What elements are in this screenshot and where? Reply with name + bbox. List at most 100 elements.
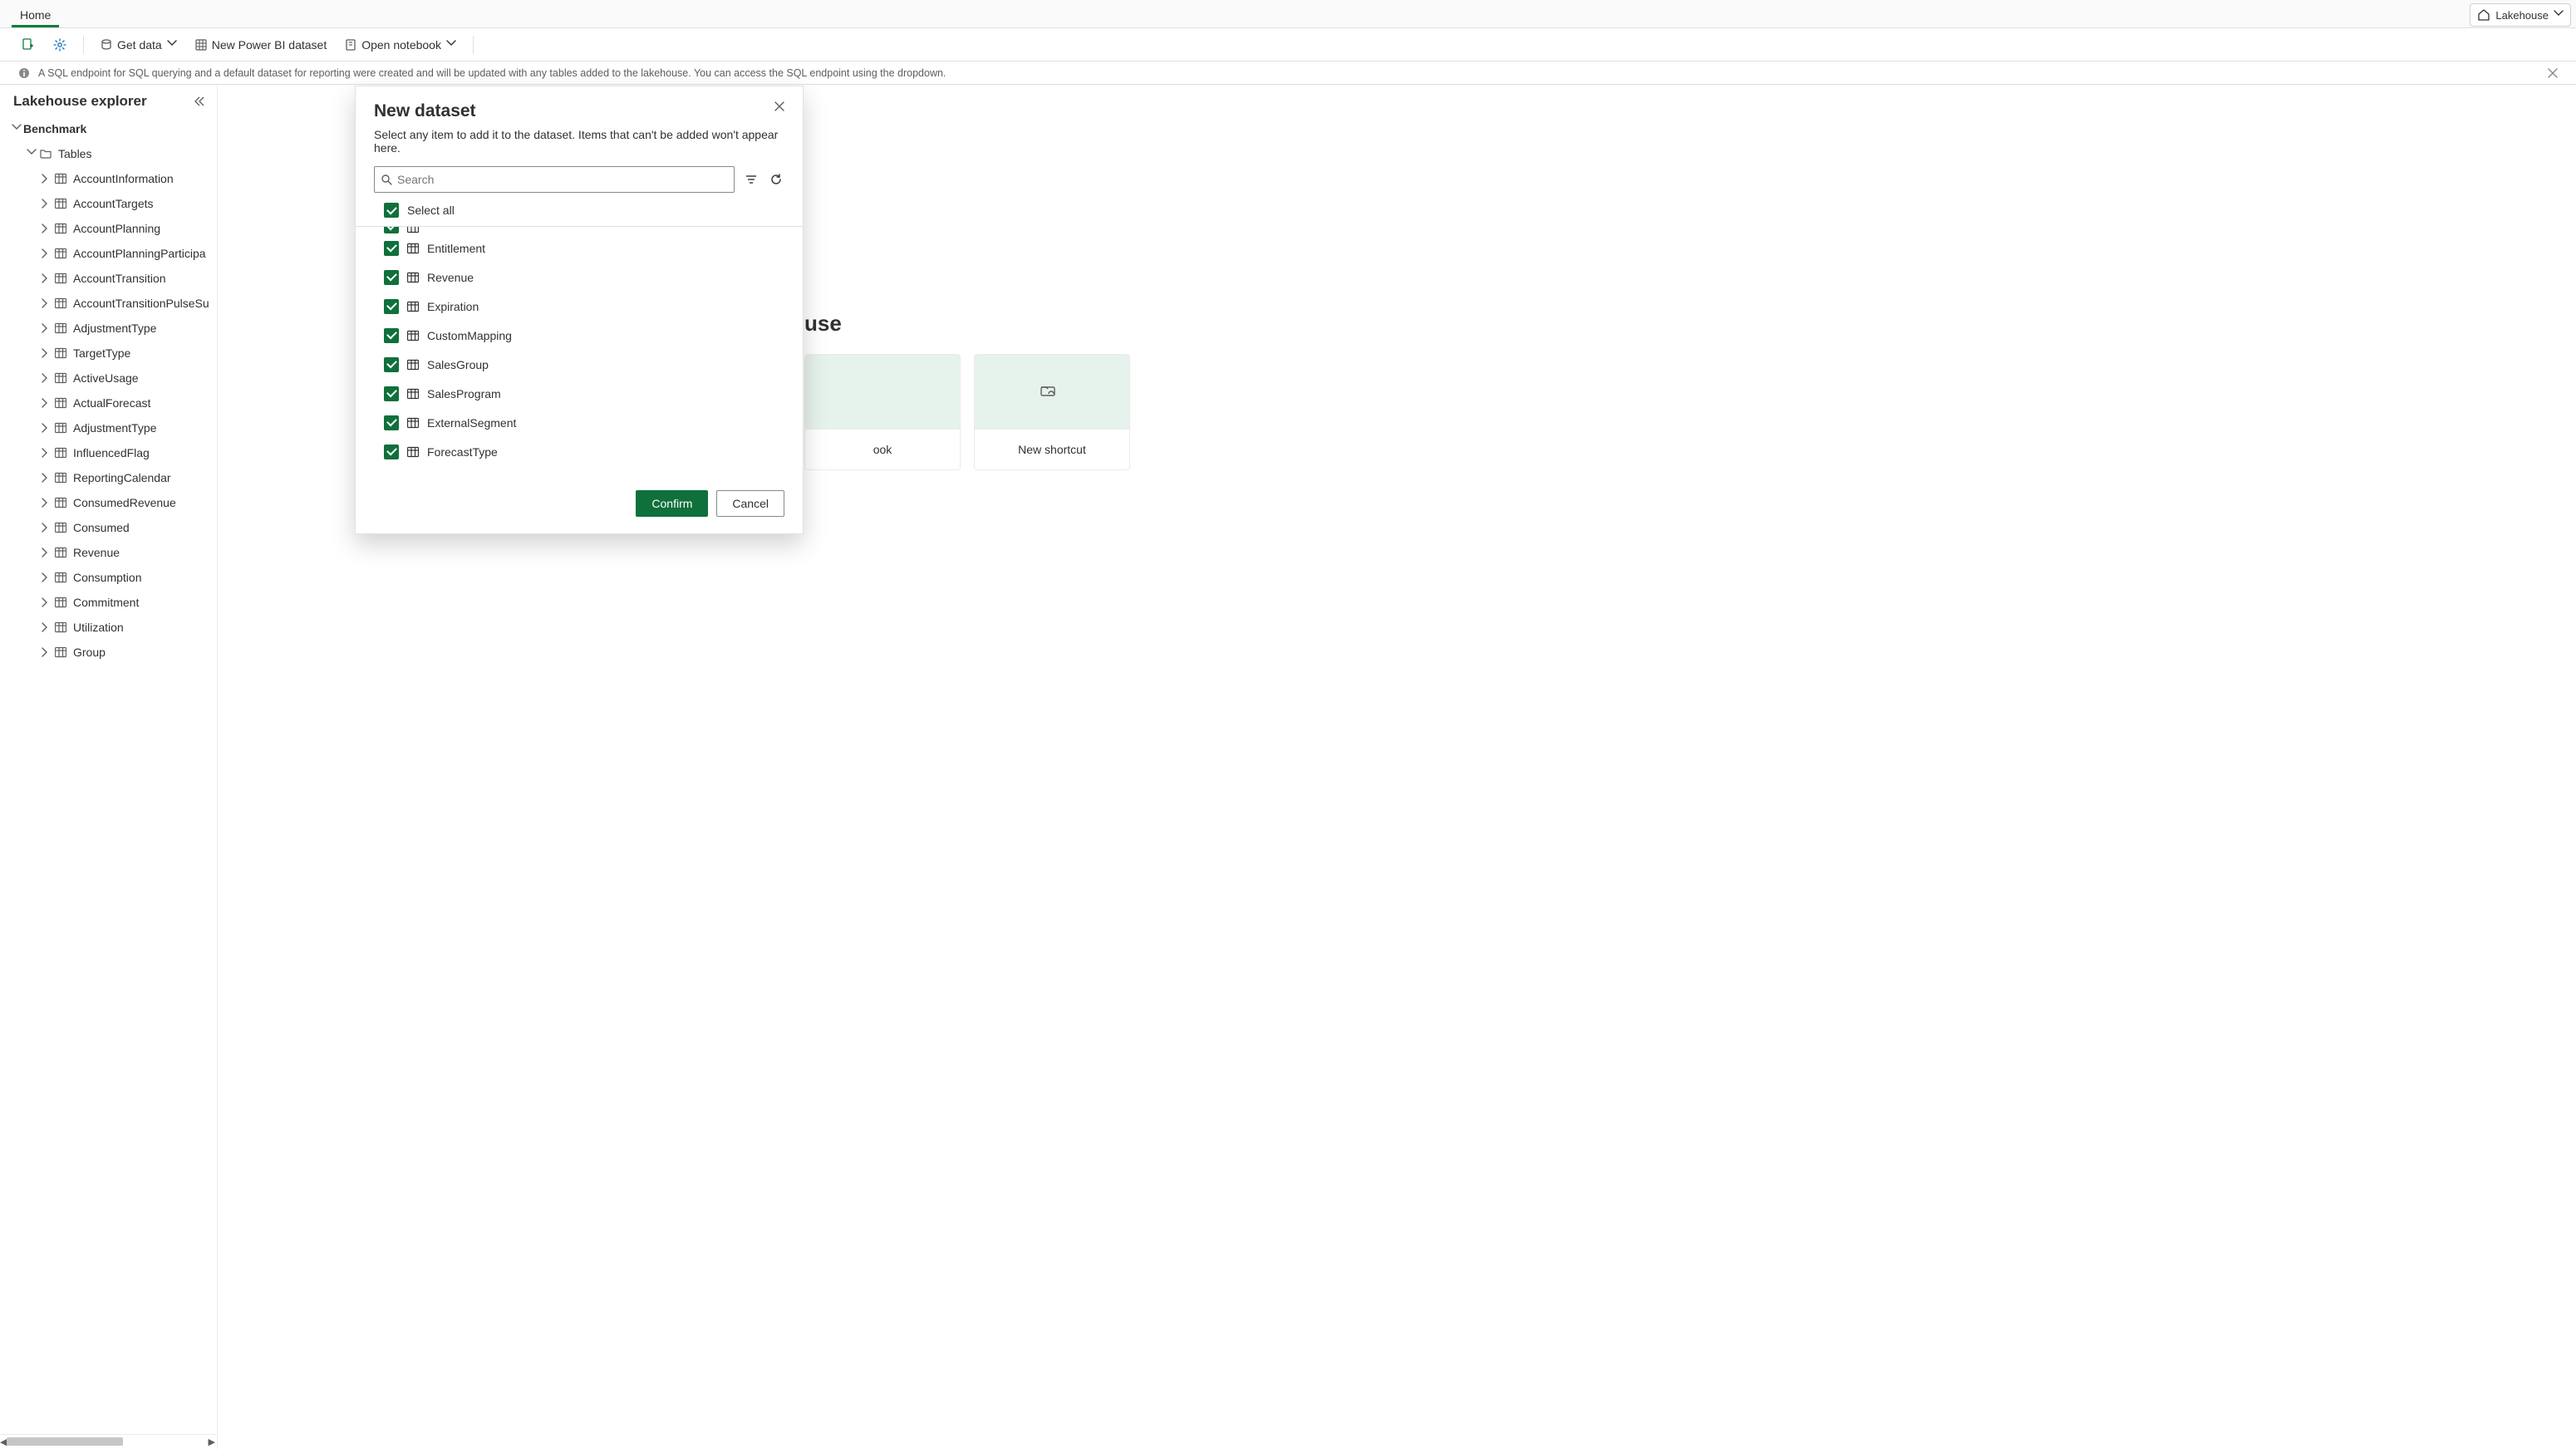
tree-table-item[interactable]: AdjustmentType bbox=[0, 316, 217, 341]
card-shortcut-label: New shortcut bbox=[1018, 443, 1086, 456]
tree-table-item[interactable]: Consumption bbox=[0, 565, 217, 590]
settings-button[interactable] bbox=[48, 33, 71, 56]
chevron-right-icon bbox=[40, 398, 53, 408]
dialog-item-row[interactable]: SalesGroup bbox=[384, 350, 784, 379]
item-label: Entitlement bbox=[427, 242, 485, 255]
table-icon bbox=[407, 446, 419, 458]
dialog-item-row[interactable]: SalesProgram bbox=[384, 379, 784, 408]
dialog-item-row[interactable]: Revenue bbox=[384, 263, 784, 292]
tree-table-item[interactable]: AccountInformation bbox=[0, 166, 217, 191]
new-dataset-dialog: New dataset Select any item to add it to… bbox=[355, 86, 804, 534]
table-icon bbox=[53, 621, 68, 633]
table-icon bbox=[53, 572, 68, 583]
select-all-row[interactable]: Select all bbox=[356, 193, 803, 227]
table-icon bbox=[53, 447, 68, 459]
ribbon: Get data New Power BI dataset Open noteb… bbox=[0, 28, 2576, 61]
table-icon bbox=[53, 497, 68, 508]
tree-table-item[interactable]: Commitment bbox=[0, 590, 217, 615]
dialog-search-box[interactable] bbox=[374, 166, 735, 193]
new-doc-button[interactable] bbox=[17, 33, 40, 56]
item-checkbox[interactable] bbox=[384, 299, 399, 314]
open-notebook-button[interactable]: Open notebook bbox=[340, 32, 461, 58]
dialog-search-input[interactable] bbox=[397, 173, 727, 186]
tree-table-label: Consumption bbox=[73, 571, 142, 584]
dialog-item-row[interactable]: ExternalSegment bbox=[384, 408, 784, 437]
tree-tables[interactable]: Tables bbox=[0, 141, 217, 166]
tree-table-item[interactable]: InfluencedFlag bbox=[0, 440, 217, 465]
tab-home[interactable]: Home bbox=[12, 3, 59, 27]
table-icon bbox=[53, 297, 68, 309]
item-checkbox[interactable] bbox=[384, 227, 399, 233]
lakehouse-switcher[interactable]: Lakehouse bbox=[2470, 3, 2571, 27]
tree-table-item[interactable]: AccountTransitionPulseSu bbox=[0, 291, 217, 316]
tab-home-label: Home bbox=[20, 8, 51, 22]
tree-table-item[interactable]: ConsumedRevenue bbox=[0, 490, 217, 515]
item-checkbox[interactable] bbox=[384, 357, 399, 372]
matrix-icon bbox=[195, 39, 207, 51]
explorer-h-scrollbar[interactable]: ◀ ▶ bbox=[0, 1434, 217, 1449]
tree-table-label: AccountPlanning bbox=[73, 222, 160, 235]
chevron-right-icon bbox=[40, 248, 53, 258]
dialog-item-row[interactable]: ForecastType bbox=[384, 437, 784, 466]
item-checkbox[interactable] bbox=[384, 415, 399, 430]
lakehouse-explorer: Lakehouse explorer Benchmark Tables Acco… bbox=[0, 85, 218, 1449]
dialog-item-row[interactable]: Entitlement bbox=[384, 233, 784, 263]
dialog-filter-button[interactable] bbox=[743, 171, 760, 188]
banner-close-button[interactable] bbox=[2548, 68, 2558, 78]
item-checkbox[interactable] bbox=[384, 445, 399, 459]
cancel-button[interactable]: Cancel bbox=[716, 490, 784, 517]
get-data-button[interactable]: Get data bbox=[96, 32, 182, 58]
partial-item-row bbox=[384, 227, 784, 233]
tree-table-item[interactable]: ActualForecast bbox=[0, 390, 217, 415]
select-all-checkbox[interactable] bbox=[384, 203, 399, 218]
dialog-item-row[interactable]: CustomMapping bbox=[384, 321, 784, 350]
card-new-shortcut[interactable]: New shortcut bbox=[974, 354, 1130, 470]
card-open-notebook[interactable]: ook bbox=[804, 354, 961, 470]
table-icon bbox=[407, 359, 419, 371]
dialog-item-row[interactable]: Expiration bbox=[384, 292, 784, 321]
tree-table-label: AccountTargets bbox=[73, 197, 154, 210]
tree-table-item[interactable]: AccountPlanning bbox=[0, 216, 217, 241]
chevron-right-icon bbox=[40, 199, 53, 209]
collapse-explorer-button[interactable] bbox=[192, 96, 205, 107]
confirm-button[interactable]: Confirm bbox=[636, 490, 708, 517]
chevron-right-icon bbox=[40, 523, 53, 533]
tree-root[interactable]: Benchmark bbox=[0, 116, 217, 141]
item-checkbox[interactable] bbox=[384, 270, 399, 285]
tree-table-item[interactable]: TargetType bbox=[0, 341, 217, 366]
item-checkbox[interactable] bbox=[384, 386, 399, 401]
chevron-down-icon bbox=[10, 124, 23, 134]
table-icon bbox=[53, 422, 68, 434]
tree-table-item[interactable]: Utilization bbox=[0, 615, 217, 640]
tree-table-item[interactable]: ReportingCalendar bbox=[0, 465, 217, 490]
lakehouse-switcher-label: Lakehouse bbox=[2495, 9, 2549, 22]
tree-table-item[interactable]: Consumed bbox=[0, 515, 217, 540]
table-icon bbox=[407, 227, 419, 233]
table-icon bbox=[53, 223, 68, 234]
tree-table-label: Group bbox=[73, 646, 106, 659]
dialog-close-button[interactable] bbox=[774, 101, 784, 111]
dialog-table-list[interactable]: Entitlement Revenue Expiration CustomMap… bbox=[356, 227, 803, 479]
tree-table-label: Commitment bbox=[73, 596, 139, 609]
item-checkbox[interactable] bbox=[384, 328, 399, 343]
dialog-title: New dataset bbox=[374, 101, 476, 121]
chevron-right-icon bbox=[40, 423, 53, 433]
explorer-title: Lakehouse explorer bbox=[13, 93, 147, 110]
explorer-tree[interactable]: Benchmark Tables AccountInformation Acco… bbox=[0, 116, 217, 1434]
cancel-label: Cancel bbox=[732, 497, 769, 510]
tree-table-item[interactable]: Revenue bbox=[0, 540, 217, 565]
chevron-down-icon bbox=[446, 40, 456, 50]
dialog-refresh-button[interactable] bbox=[768, 171, 784, 188]
tree-table-item[interactable]: AdjustmentType bbox=[0, 415, 217, 440]
chevron-right-icon bbox=[40, 348, 53, 358]
tree-table-item[interactable]: AccountTransition bbox=[0, 266, 217, 291]
tree-table-item[interactable]: Group bbox=[0, 640, 217, 665]
tree-table-item[interactable]: AccountPlanningParticipa bbox=[0, 241, 217, 266]
new-pbi-dataset-button[interactable]: New Power BI dataset bbox=[190, 32, 332, 58]
tree-table-label: AdjustmentType bbox=[73, 322, 156, 335]
item-checkbox[interactable] bbox=[384, 241, 399, 256]
card-notebook-label-fragment: ook bbox=[873, 443, 892, 456]
tree-table-item[interactable]: ActiveUsage bbox=[0, 366, 217, 390]
chevron-right-icon bbox=[40, 548, 53, 557]
tree-table-item[interactable]: AccountTargets bbox=[0, 191, 217, 216]
